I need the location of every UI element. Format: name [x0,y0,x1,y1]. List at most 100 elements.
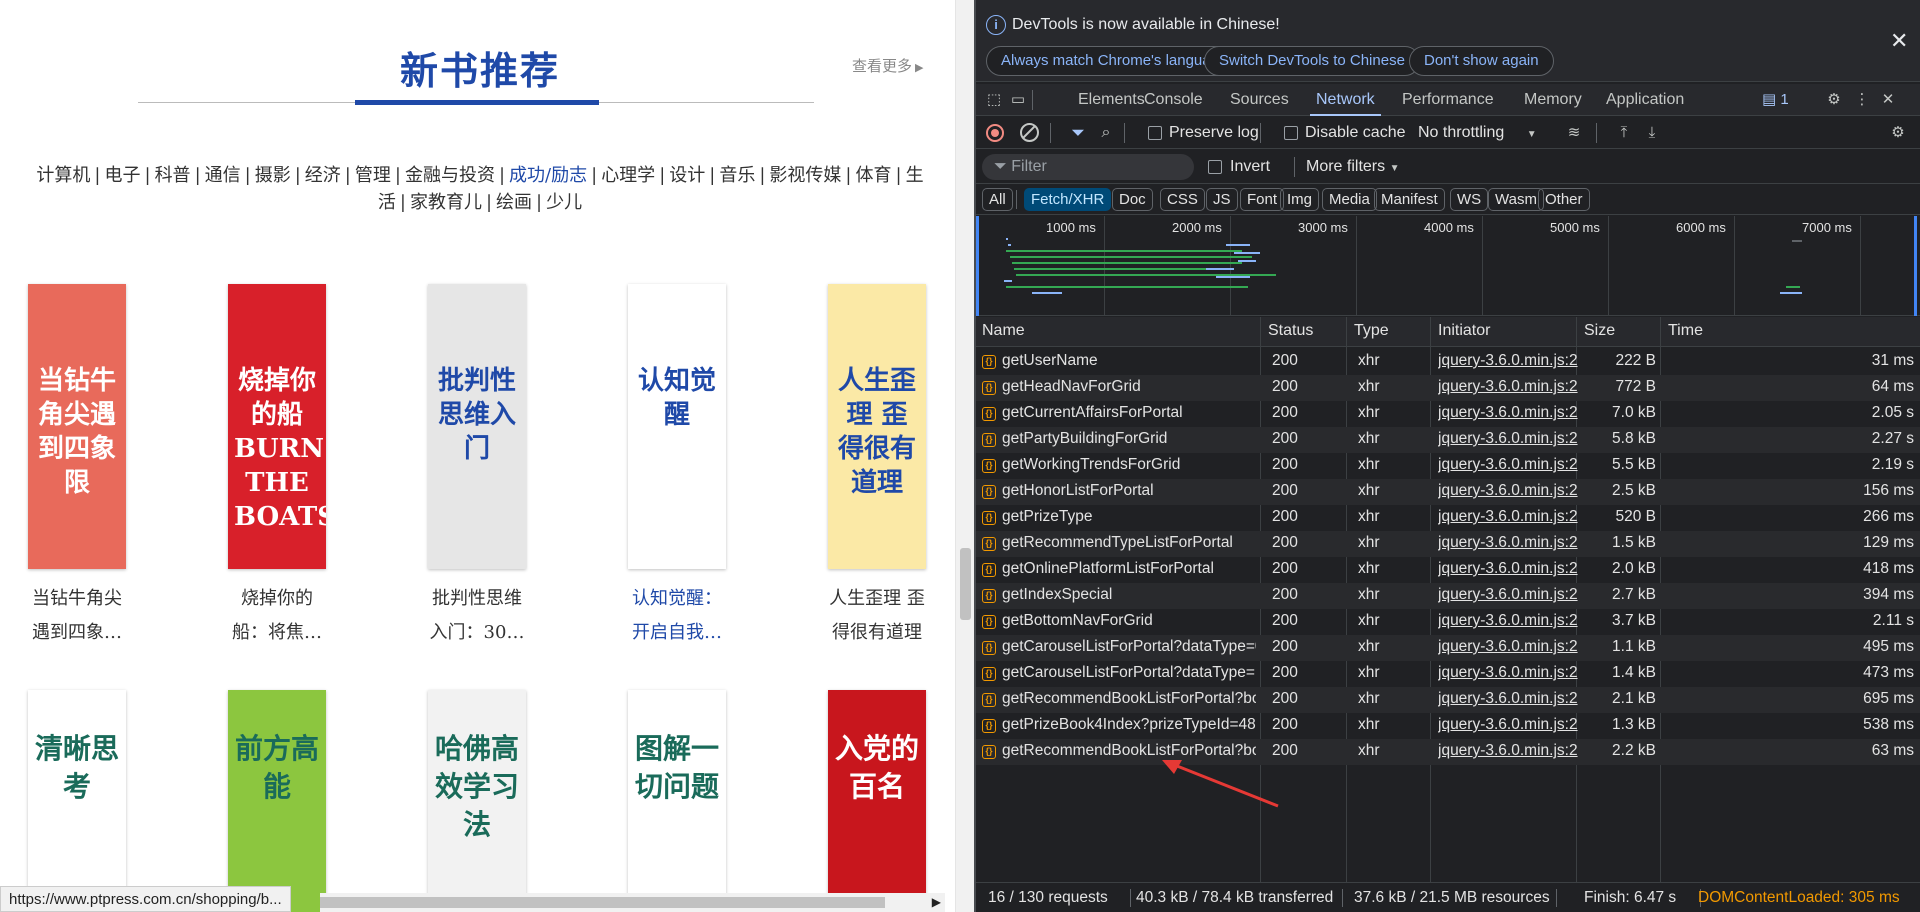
book-cover[interactable]: 人生歪理 歪得很有道理 [828,284,926,569]
category-link[interactable]: 摄影 [255,165,291,186]
switch-chinese-button[interactable]: Switch DevTools to Chinese [1204,46,1420,76]
table-row[interactable]: {} getWorkingTrendsForGrid 200 xhr jquery-3.… [976,453,1920,479]
book-title[interactable]: 当钻牛角尖 [12,582,142,616]
book-cover[interactable]: 图解一切问题 [628,690,726,912]
book-cover[interactable]: 批判性思维入门 [428,284,526,569]
vertical-scrollbar[interactable] [955,0,974,912]
category-link[interactable]: 电子 [104,165,140,186]
book-title[interactable]: 开启自我… [612,616,742,650]
book-title[interactable]: 烧掉你的 [212,582,342,616]
table-row[interactable]: {} getBottomNavForGrid 200 xhr jquery-3.6.0.… [976,609,1920,635]
more-link[interactable]: 查看更多 ▶ [852,55,923,76]
column-header-time[interactable]: Time [1668,322,1703,340]
search-icon[interactable]: ⌕ [1096,123,1116,143]
record-icon[interactable] [986,124,1004,142]
category-link[interactable]: 少儿 [546,192,582,213]
category-link[interactable]: 成功/励志 [509,165,587,186]
category-link[interactable]: 经济 [305,165,341,186]
type-filter-fetch-xhr[interactable]: Fetch/XHR [1024,188,1112,211]
book-title[interactable]: 得很有道理 [812,616,942,650]
table-row[interactable]: {} getCurrentAffairsForPortal 200 xhr jquery… [976,401,1920,427]
book-title[interactable]: 船：将焦… [212,616,342,650]
export-har-icon[interactable]: ⤓ [1642,123,1662,143]
column-header-name[interactable]: Name [982,322,1025,340]
category-link[interactable]: 影视传媒 [769,165,841,186]
request-initiator[interactable]: jquery-3.6.0.min.js:2 [1438,508,1578,526]
category-link[interactable]: 家教育儿 [410,192,482,213]
book-title[interactable]: 认知觉醒： [612,582,742,616]
table-row[interactable]: {} getPrizeType 200 xhr jquery-3.6.0.min.js:… [976,505,1920,531]
category-link[interactable]: 通信 [205,165,241,186]
type-filter-img[interactable]: Img [1280,188,1320,211]
table-row[interactable]: {} getRecommendTypeListForPortal 200 xhr jqu… [976,531,1920,557]
request-initiator[interactable]: jquery-3.6.0.min.js:2 [1438,716,1578,734]
category-link[interactable]: 音乐 [719,165,755,186]
table-row[interactable]: {} getRecommendBookListForPortal?bookTa..… [976,687,1920,713]
book-cover[interactable]: 入党的百名 [828,690,926,912]
book-cover[interactable]: 哈佛高效学习法 [428,690,526,912]
category-link[interactable]: 计算机 [36,165,90,186]
column-header-status[interactable]: Status [1268,322,1313,340]
type-filter-css[interactable]: CSS [1160,188,1205,211]
network-overview-timeline[interactable]: 1000 ms 2000 ms 3000 ms 4000 ms 5000 ms 6000 … [976,216,1920,316]
filter-icon[interactable]: ⏷ [1068,123,1088,143]
type-filter-media[interactable]: Media [1322,188,1377,211]
request-initiator[interactable]: jquery-3.6.0.min.js:2 [1438,664,1578,682]
book-cover[interactable]: 清晰思考 [28,690,126,912]
category-link[interactable]: 管理 [355,165,391,186]
preserve-log-checkbox[interactable] [1148,126,1162,140]
category-link[interactable]: 科普 [155,165,191,186]
category-link[interactable]: 体育 [856,165,892,186]
table-row[interactable]: {} getOnlinePlatformListForPortal 200 xhr jq… [976,557,1920,583]
type-filter-ws[interactable]: WS [1450,188,1489,211]
request-initiator[interactable]: jquery-3.6.0.min.js:2 [1438,612,1578,630]
tab-performance[interactable]: Performance [1396,84,1500,116]
request-initiator[interactable]: jquery-3.6.0.min.js:2 [1438,482,1578,500]
type-filter-manifest[interactable]: Manifest [1374,188,1445,211]
import-har-icon[interactable]: ⤒ [1614,123,1634,143]
timeline-range-handle[interactable] [1914,216,1917,316]
tab-application[interactable]: Application [1600,84,1690,116]
request-initiator[interactable]: jquery-3.6.0.min.js:2 [1438,430,1578,448]
network-conditions-icon[interactable]: ≋ [1564,123,1584,143]
issues-counter[interactable]: ▤ 1 [1762,90,1789,108]
type-filter-all[interactable]: All [982,188,1013,211]
category-link[interactable]: 绘画 [496,192,532,213]
book-cover[interactable]: 前方高能 [228,690,326,912]
request-initiator[interactable]: jquery-3.6.0.min.js:2 [1438,742,1578,760]
request-initiator[interactable]: jquery-3.6.0.min.js:2 [1438,690,1578,708]
disable-cache-checkbox[interactable] [1284,126,1298,140]
book-title[interactable]: 人生歪理 歪 [812,582,942,616]
scroll-right-icon[interactable]: ▶ [932,895,941,909]
clear-icon[interactable] [1020,123,1039,142]
close-icon[interactable]: ✕ [1890,28,1908,54]
type-filter-other[interactable]: Other [1538,188,1590,211]
tab-console[interactable]: Console [1138,84,1209,116]
request-initiator[interactable]: jquery-3.6.0.min.js:2 [1438,404,1578,422]
request-initiator[interactable]: jquery-3.6.0.min.js:2 [1438,456,1578,474]
table-row[interactable]: {} getHonorListForPortal 200 xhr jquery-3.6.… [976,479,1920,505]
request-initiator[interactable]: jquery-3.6.0.min.js:2 [1438,560,1578,578]
request-initiator[interactable]: jquery-3.6.0.min.js:2 [1438,378,1578,396]
tab-memory[interactable]: Memory [1518,84,1588,116]
book-cover[interactable]: 认知觉醒 [628,284,726,569]
category-link[interactable]: 设计 [669,165,705,186]
book-title[interactable]: 遇到四象… [12,616,142,650]
table-row[interactable]: {} getHeadNavForGrid 200 xhr jquery-3.6.0.mi… [976,375,1920,401]
device-toolbar-icon[interactable]: ▭ [1008,90,1028,110]
more-options-icon[interactable]: ⋮ [1852,90,1872,110]
tab-network[interactable]: Network [1310,84,1381,116]
network-settings-icon[interactable]: ⚙ [1888,123,1908,143]
book-cover[interactable]: 烧掉你的船 BURN THE BOATS [228,284,326,569]
request-initiator[interactable]: jquery-3.6.0.min.js:2 [1438,534,1578,552]
category-link[interactable]: 金融与投资 [405,165,495,186]
invert-checkbox[interactable] [1208,160,1222,174]
request-initiator[interactable]: jquery-3.6.0.min.js:2 [1438,352,1578,370]
close-devtools-icon[interactable]: ✕ [1878,90,1898,110]
scrollbar-thumb[interactable] [960,548,971,620]
scrollbar-thumb[interactable] [320,897,885,908]
book-title[interactable]: 入门：30… [412,616,542,650]
type-filter-js[interactable]: JS [1206,188,1238,211]
table-row[interactable]: {} getPartyBuildingForGrid 200 xhr jquery-3.… [976,427,1920,453]
table-row[interactable]: {} getCarouselListForPortal?dataType=0 200… [976,635,1920,661]
